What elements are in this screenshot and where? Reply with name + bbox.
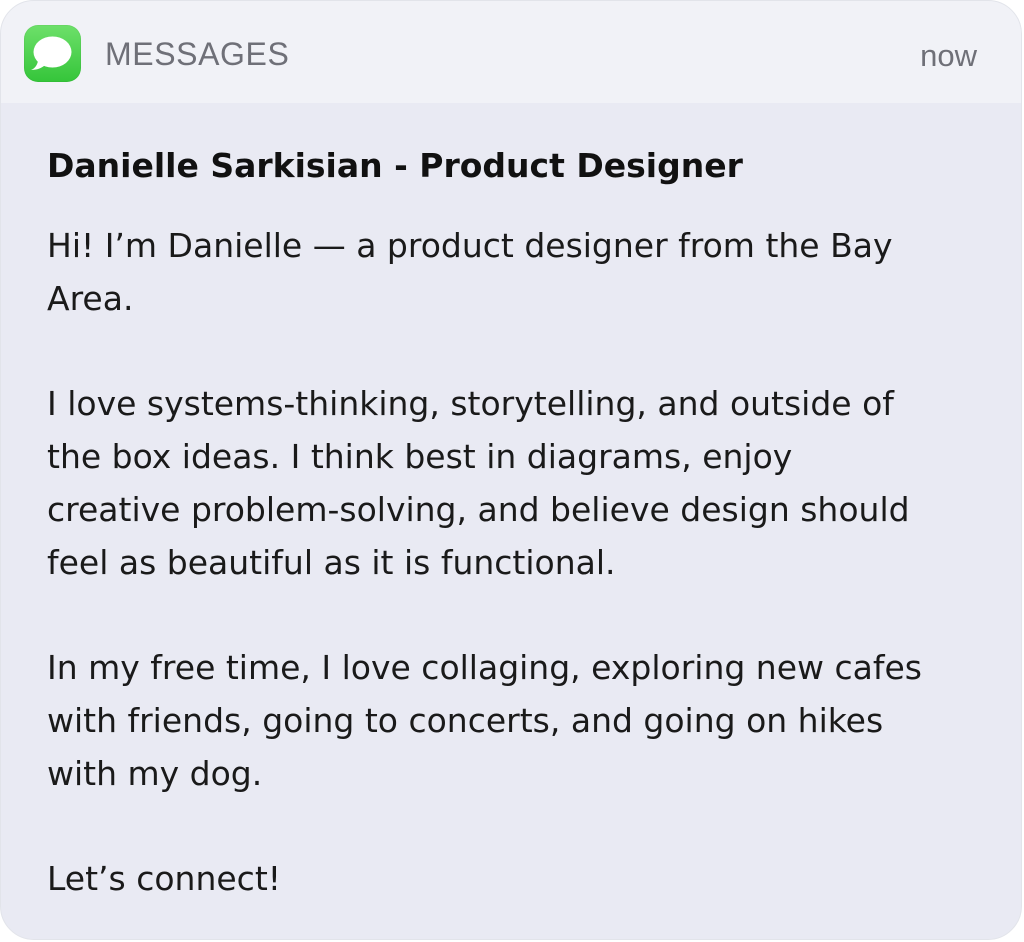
speech-bubble-icon bbox=[31, 36, 72, 70]
message-paragraph: I love systems-thinking, storytelling, a… bbox=[47, 384, 910, 582]
message-paragraph: In my free time, I love collaging, explo… bbox=[47, 648, 922, 793]
message-notification[interactable]: MESSAGES now Danielle Sarkisian - Produc… bbox=[0, 0, 1022, 940]
message-paragraph: Let’s connect! bbox=[47, 859, 281, 898]
timestamp: now bbox=[920, 38, 977, 73]
app-name: MESSAGES bbox=[105, 36, 290, 72]
notification-header: MESSAGES now bbox=[1, 1, 1021, 103]
message-body: Hi! I’m Danielle — a product designer fr… bbox=[47, 219, 987, 905]
sender-name: Danielle Sarkisian - Product Designer bbox=[47, 146, 743, 185]
message-paragraph: Hi! I’m Danielle — a product designer fr… bbox=[47, 226, 893, 318]
messages-app-icon bbox=[24, 25, 81, 82]
